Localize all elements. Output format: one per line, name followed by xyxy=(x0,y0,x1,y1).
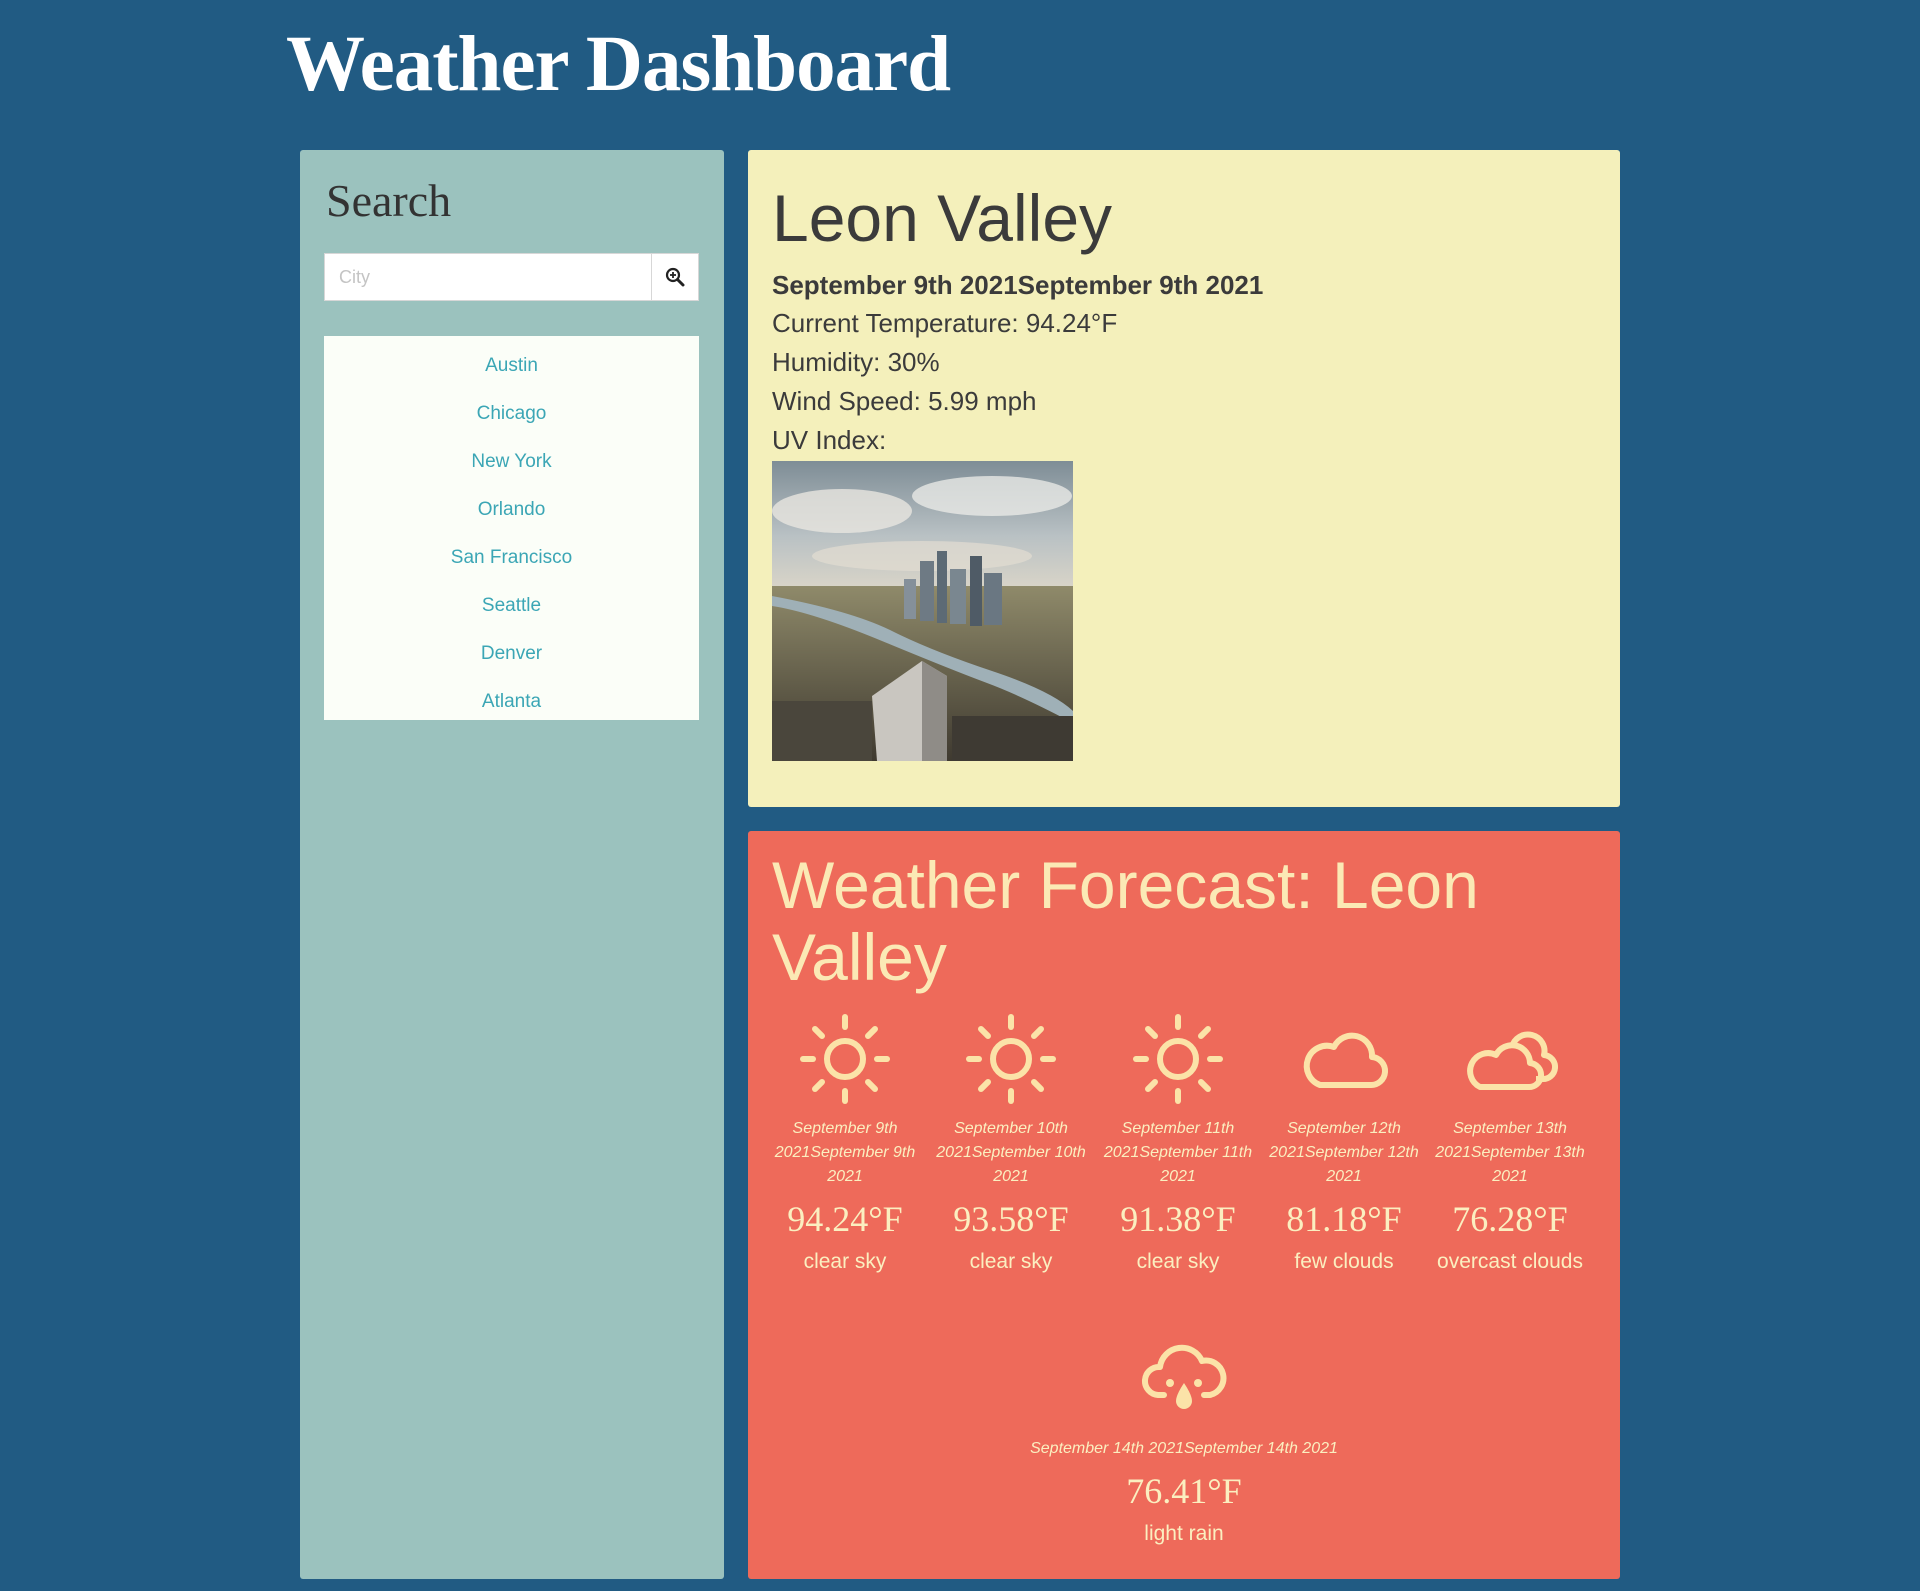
forecast-day-card: September 12th 2021September 12th 2021 8… xyxy=(1264,1011,1424,1277)
forecast-temperature: 76.41°F xyxy=(1126,1471,1242,1511)
clouds-icon xyxy=(1467,1031,1558,1091)
sun-icon xyxy=(1133,1014,1223,1104)
sun-icon xyxy=(800,1014,890,1104)
forecast-description: clear sky xyxy=(803,1250,887,1273)
forecast-date: September 11th 2021September 11th 2021 xyxy=(1103,1120,1253,1185)
current-city-name: Leon Valley xyxy=(772,181,1113,255)
city-link-new-york[interactable]: New York xyxy=(324,438,699,486)
forecast-day-card: September 13th 2021September 13th 2021 7… xyxy=(1430,1011,1590,1277)
city-link-chicago[interactable]: Chicago xyxy=(324,390,699,438)
search-form xyxy=(324,253,699,301)
search-button[interactable] xyxy=(651,253,699,301)
forecast-description: clear sky xyxy=(969,1250,1053,1273)
forecast-date: September 14th 2021September 14th 2021 xyxy=(1030,1440,1338,1457)
forecast-description: overcast clouds xyxy=(1437,1250,1583,1273)
forecast-date: September 12th 2021September 12th 2021 xyxy=(1269,1120,1419,1185)
forecast-title: Weather Forecast: Leon Valley xyxy=(772,848,1479,994)
cloud-icon xyxy=(1303,1032,1389,1089)
forecast-description: clear sky xyxy=(1136,1250,1220,1273)
city-link-seattle[interactable]: Seattle xyxy=(324,582,699,630)
current-date: September 9th 2021September 9th 2021 xyxy=(772,270,1264,300)
city-link-austin[interactable]: Austin xyxy=(324,342,699,390)
forecast-day-card: September 9th 2021September 9th 2021 94.… xyxy=(765,1011,925,1277)
forecast-date: September 13th 2021September 13th 2021 xyxy=(1435,1120,1585,1185)
forecast-temperature: 94.24°F xyxy=(787,1199,903,1239)
forecast-temperature: 81.18°F xyxy=(1286,1199,1402,1239)
forecast-description: few clouds xyxy=(1294,1250,1394,1273)
forecast-temperature: 91.38°F xyxy=(1120,1199,1236,1239)
forecast-day-card: September 11th 2021September 11th 2021 9… xyxy=(1098,1011,1258,1277)
forecast-date: September 9th 2021September 9th 2021 xyxy=(774,1120,916,1185)
current-weather-panel: Leon Valley September 9th 2021September … xyxy=(748,150,1620,807)
page-title: Weather Dashboard xyxy=(286,21,951,108)
sun-icon xyxy=(966,1014,1056,1104)
city-link-denver[interactable]: Denver xyxy=(324,630,699,678)
city-link-atlanta[interactable]: Atlanta xyxy=(324,678,699,726)
city-link-orlando[interactable]: Orlando xyxy=(324,486,699,534)
city-link-san-francisco[interactable]: San Francisco xyxy=(324,534,699,582)
current-wind-speed: Wind Speed: 5.99 mph xyxy=(772,386,1037,416)
rain-cloud-icon xyxy=(1141,1344,1227,1409)
forecast-day-card: September 14th 2021September 14th 2021 7… xyxy=(1014,1331,1354,1549)
saved-cities-list: Austin Chicago New York Orlando San Fran… xyxy=(324,336,699,720)
search-icon xyxy=(665,267,685,287)
forecast-day-card: September 10th 2021September 10th 2021 9… xyxy=(931,1011,1091,1277)
current-humidity: Humidity: 30% xyxy=(772,347,940,377)
forecast-description: light rain xyxy=(1144,1522,1224,1545)
search-sidebar: Search Austin Chicago New York Orlando S… xyxy=(300,150,724,1579)
city-search-input[interactable] xyxy=(324,253,651,301)
city-skyline-photo xyxy=(772,461,1073,761)
forecast-temperature: 93.58°F xyxy=(953,1199,1069,1239)
current-temperature: Current Temperature: 94.24°F xyxy=(772,308,1118,338)
search-heading: Search xyxy=(326,175,452,226)
forecast-panel: Weather Forecast: Leon Valley September … xyxy=(748,831,1620,1579)
forecast-temperature: 76.28°F xyxy=(1452,1199,1568,1239)
current-uv-index: UV Index: xyxy=(772,425,887,455)
forecast-date: September 10th 2021September 10th 2021 xyxy=(936,1120,1086,1185)
